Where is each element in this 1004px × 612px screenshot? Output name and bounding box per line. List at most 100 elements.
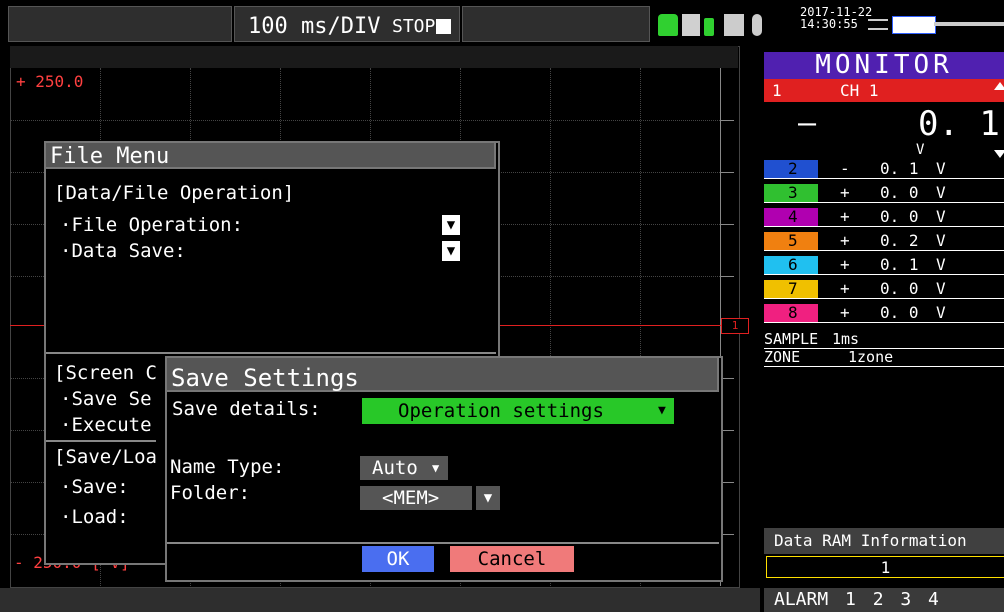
scroll-position-bar[interactable]: [868, 14, 1004, 36]
load-item[interactable]: ·Load:: [60, 506, 129, 528]
channel-unit: V: [936, 231, 946, 250]
channel-number: 6: [764, 256, 818, 274]
datetime-display: 2017-11-22 14:30:55: [800, 6, 872, 30]
cancel-button[interactable]: Cancel: [450, 546, 574, 572]
data-file-operation-heading: [Data/File Operation]: [54, 182, 295, 204]
ch1-name: CH 1: [840, 81, 879, 100]
zone-row: ZONE 1zone: [764, 349, 1004, 367]
save-load-heading: [Save/Loa: [54, 446, 157, 468]
execute-item[interactable]: ·Execute: [60, 414, 152, 436]
ch1-unit: V: [916, 142, 925, 158]
data-ram-title: Data RAM Information: [764, 528, 1004, 554]
chevron-down-icon: ▼: [658, 403, 666, 418]
channel-unit: V: [936, 159, 946, 178]
save-screen-item[interactable]: ·Save Se: [60, 388, 152, 410]
sample-row: SAMPLE 1ms: [764, 331, 1004, 349]
ok-button[interactable]: OK: [362, 546, 434, 572]
channel-row-7[interactable]: 7 +0. 0 V: [764, 280, 1004, 299]
channel-sign: +: [840, 231, 850, 250]
dialog-divider: [167, 542, 719, 544]
folder-dropdown-icon[interactable]: ▼: [476, 486, 500, 510]
channel-unit: V: [936, 279, 946, 298]
channel-number: 4: [764, 208, 818, 226]
name-type-select[interactable]: Auto ▼: [360, 456, 448, 480]
channel-value: 0. 2: [880, 231, 919, 250]
channel-sign: +: [840, 255, 850, 274]
channel-row-8[interactable]: 8 +0. 0 V: [764, 304, 1004, 323]
channel-value: 0. 1: [880, 255, 919, 274]
channel-row-6[interactable]: 6 +0. 1 V: [764, 256, 1004, 275]
file-menu-divider-2: [46, 440, 156, 442]
folder-select[interactable]: <MEM>: [360, 486, 472, 510]
graph-header-strip: [10, 46, 738, 68]
channel-row-4[interactable]: 4 +0. 0 V: [764, 208, 1004, 227]
channel-row-2[interactable]: 2 - 0. 1 V: [764, 160, 1004, 179]
network-icon: [724, 14, 744, 36]
data-save-dropdown-icon[interactable]: ▼: [442, 241, 460, 261]
monitor-title: MONITOR: [764, 52, 1004, 79]
channel-row-3[interactable]: 3 +0. 0 V: [764, 184, 1004, 203]
folder-label: Folder:: [170, 482, 251, 504]
channel-number: 8: [764, 304, 818, 322]
ch1-value: 0. 1: [918, 104, 1000, 144]
timebase-label: 100 ms/DIV: [248, 14, 381, 39]
channel-number: 3: [764, 184, 818, 202]
channel-value: 0. 0: [880, 183, 919, 202]
channel-number: 5: [764, 232, 818, 250]
upper-scale-label: + 250.0: [16, 72, 84, 91]
channel-row-5[interactable]: 5 +0. 2 V: [764, 232, 1004, 251]
usb-memory-icon: [704, 18, 714, 36]
top-bar-blank-segment-2: [462, 6, 650, 42]
channel-value: 0. 0: [880, 303, 919, 322]
zone-label: ZONE: [764, 348, 801, 366]
file-operation-dropdown-icon[interactable]: ▼: [442, 215, 460, 235]
channel-sign: +: [840, 279, 850, 298]
temperature-icon: [752, 14, 762, 36]
ch1-position-marker[interactable]: 1: [721, 318, 749, 334]
folder-value: <MEM>: [382, 487, 440, 509]
data-save-item[interactable]: ·Data Save:: [60, 240, 186, 262]
ch1-sign: —: [798, 106, 817, 141]
save-settings-title: Save Settings: [165, 356, 719, 392]
channel-number: 2: [764, 160, 818, 178]
data-ram-value: 1: [766, 556, 1004, 578]
zone-value: 1zone: [848, 348, 894, 366]
channel-number: 7: [764, 280, 818, 298]
channel-sign: -: [840, 159, 850, 178]
sample-label: SAMPLE: [764, 330, 819, 348]
channel-unit: V: [936, 207, 946, 226]
save-details-label: Save details:: [172, 398, 321, 420]
channel-unit: V: [936, 183, 946, 202]
time-label: 14:30:55: [800, 17, 858, 31]
channel-sign: +: [840, 183, 850, 202]
name-type-value: Auto: [372, 457, 418, 479]
channel-unit: V: [936, 303, 946, 322]
status-label: STOP: [392, 16, 436, 37]
ch1-header-row[interactable]: [764, 79, 1004, 102]
top-bar-blank-segment: [8, 6, 232, 42]
save-details-value: Operation settings: [398, 400, 604, 422]
name-type-label: Name Type:: [170, 456, 285, 478]
stop-square-icon: [436, 19, 451, 34]
alarm-indicator: ALARM 1 2 3 4: [764, 588, 1004, 612]
channel-sign: +: [840, 303, 850, 322]
file-menu-title: File Menu: [44, 141, 496, 169]
sample-value: 1ms: [832, 330, 860, 348]
save-details-select[interactable]: Operation settings ▼: [362, 398, 674, 424]
file-operation-item[interactable]: ·File Operation:: [60, 214, 243, 236]
channel-sign: +: [840, 207, 850, 226]
storage-battery-icon: [658, 14, 678, 36]
channel-value: 0. 0: [880, 207, 919, 226]
scroll-down-icon[interactable]: [994, 150, 1004, 158]
channel-value: 0. 0: [880, 279, 919, 298]
sd-card-icon: [682, 14, 700, 36]
file-menu-divider: [46, 352, 496, 354]
chevron-down-icon: ▼: [432, 461, 440, 475]
scroll-up-icon[interactable]: [994, 82, 1004, 90]
channel-unit: V: [936, 255, 946, 274]
save-item[interactable]: ·Save:: [60, 476, 129, 498]
ch1-number: 1: [772, 81, 782, 100]
bottom-bar: [0, 588, 760, 612]
channel-value: 0. 1: [880, 159, 919, 178]
screen-copy-heading: [Screen C: [54, 362, 157, 384]
